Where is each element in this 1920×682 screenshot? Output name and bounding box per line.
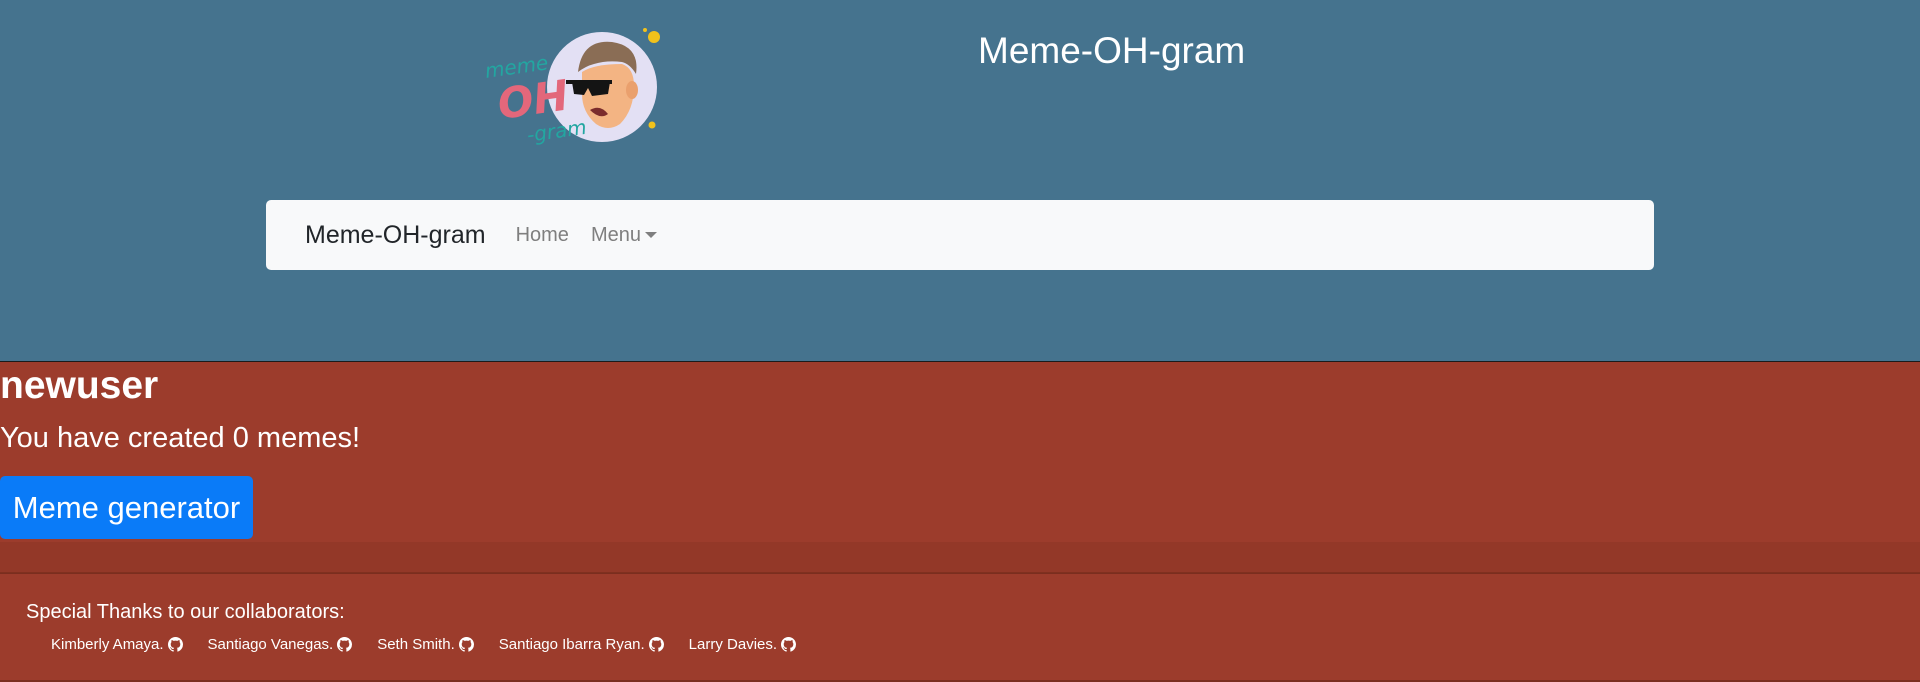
header: meme OH -gram Meme-OH-gram Meme-OH-gram … <box>0 0 1920 362</box>
nav-home-link[interactable]: Home <box>516 224 569 247</box>
caret-down-icon <box>644 231 657 238</box>
collaborator-link[interactable]: Santiago Vanegas. <box>208 636 353 653</box>
thanks-heading: Special Thanks to our collaborators: <box>26 601 345 623</box>
nav-menu-dropdown[interactable]: Menu <box>591 224 657 247</box>
collaborator-link[interactable]: Santiago Ibarra Ryan. <box>499 636 664 653</box>
navbar-brand[interactable]: Meme-OH-gram <box>305 221 486 250</box>
github-icon <box>337 637 353 652</box>
collaborator-link[interactable]: Seth Smith. <box>377 636 474 653</box>
site-title: Meme-OH-gram <box>978 30 1246 71</box>
logo[interactable]: meme OH -gram <box>482 24 672 154</box>
meme-generator-button[interactable]: Meme generator <box>0 476 253 539</box>
github-icon <box>458 637 474 652</box>
divider-strip <box>0 542 1920 573</box>
nav-menu-label: Menu <box>590 223 641 246</box>
memes-count-text: You have created 0 memes! <box>0 422 361 454</box>
collaborator-link[interactable]: Kimberly Amaya. <box>51 636 183 653</box>
navbar: Meme-OH-gram Home Menu <box>266 200 1654 270</box>
footer: Special Thanks to our collaborators: Kim… <box>0 573 1920 682</box>
github-icon <box>648 637 664 652</box>
collaborators-list: Kimberly Amaya. Santiago Vanegas. Seth S… <box>51 636 797 653</box>
github-icon <box>781 637 797 652</box>
github-icon <box>167 637 183 652</box>
username-heading: newuser <box>0 364 159 407</box>
collaborator-link[interactable]: Larry Davies. <box>689 636 797 653</box>
